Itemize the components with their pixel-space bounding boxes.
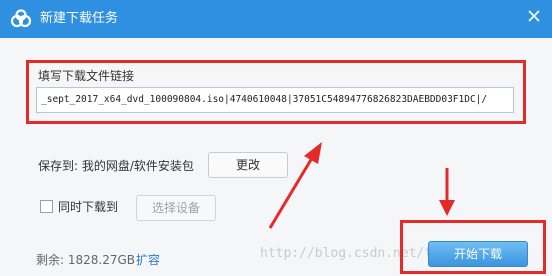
title-bar: 新建下载任务	[0, 0, 552, 38]
sync-download-label[interactable]: 同时下载到	[58, 198, 118, 215]
expand-storage-link[interactable]: 扩容	[136, 251, 160, 268]
baidu-cloud-logo	[10, 9, 32, 28]
url-section-label: 填写下载文件链接	[38, 69, 135, 83]
sync-download-checkbox[interactable]	[40, 200, 53, 213]
window-title: 新建下载任务	[40, 11, 119, 26]
remaining-space: 剩余: 1828.27GB	[36, 253, 136, 267]
select-device-button[interactable]: 选择设备	[136, 195, 216, 221]
change-location-button[interactable]: 更改	[208, 152, 288, 178]
close-icon[interactable]	[516, 0, 552, 34]
start-download-button[interactable]: 开始下载	[428, 241, 528, 267]
save-location-label: 保存到: 我的网盘/软件安装包	[38, 159, 194, 173]
download-url-input[interactable]: _sept_2017_x64_dvd_100090804.iso|4740610…	[36, 87, 514, 113]
